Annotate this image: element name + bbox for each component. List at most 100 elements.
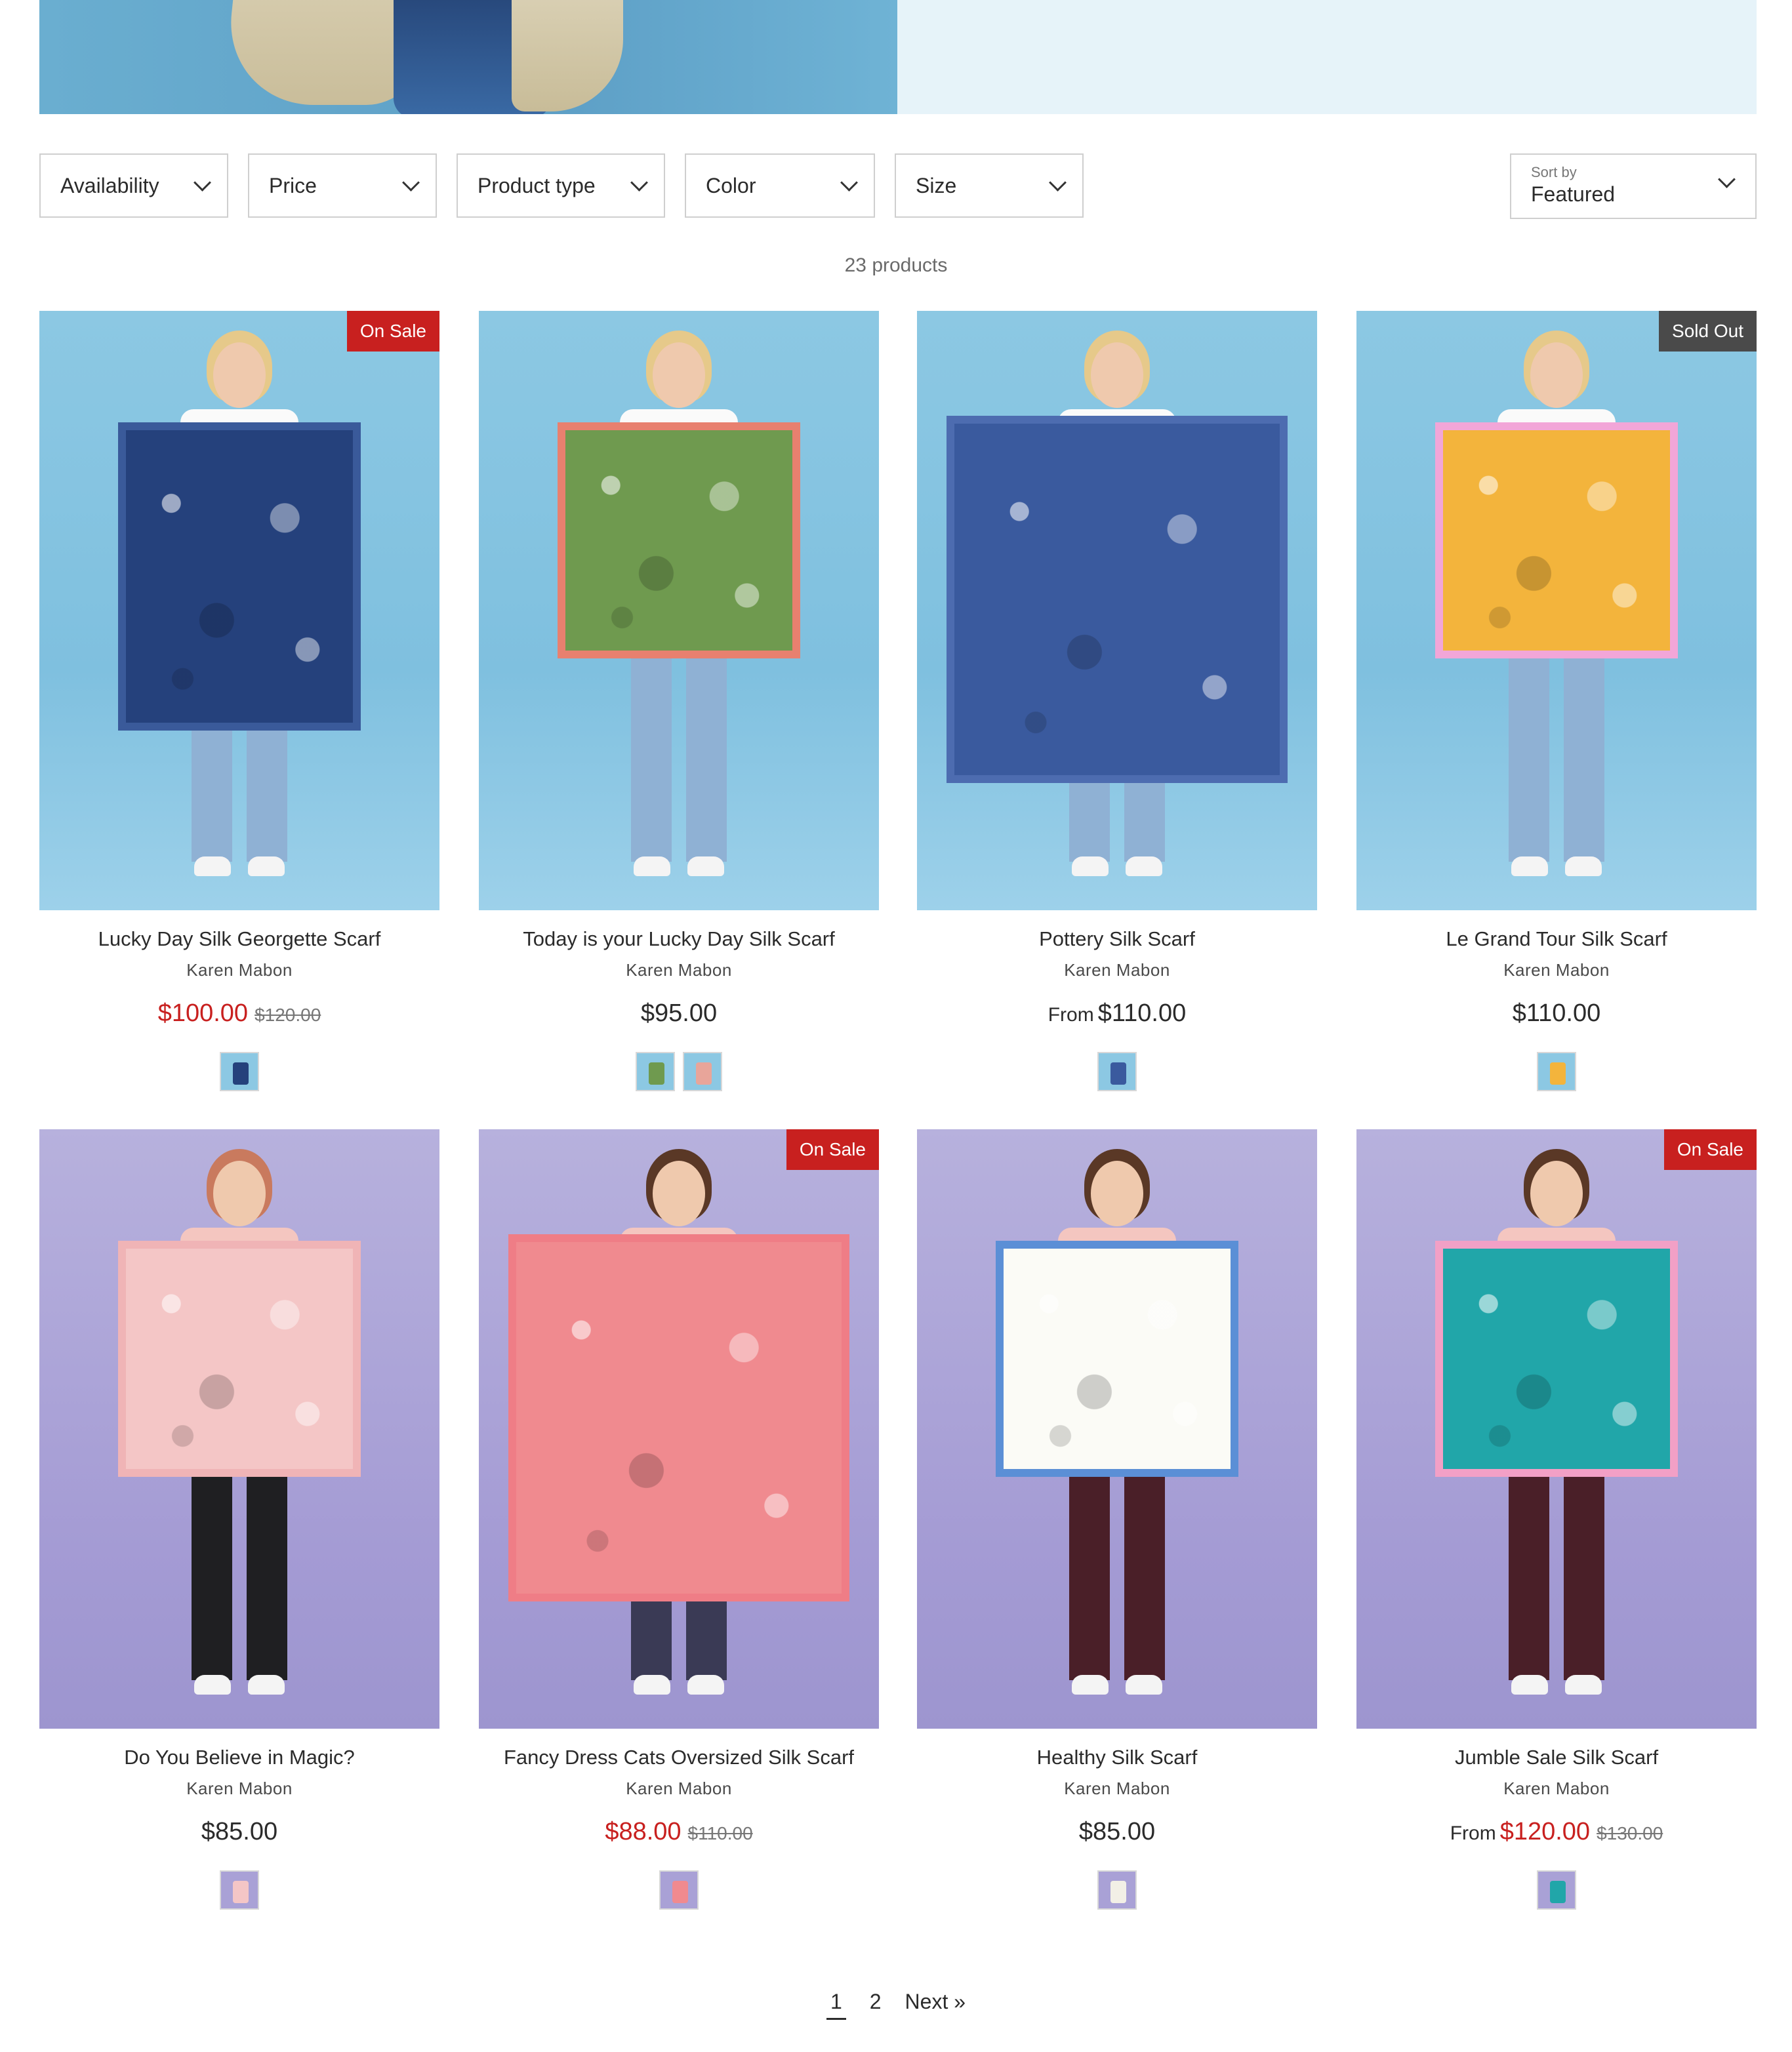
color-swatches	[479, 1052, 879, 1091]
model-head	[653, 342, 705, 408]
hero-panel	[897, 0, 1757, 114]
scarf-print	[996, 1241, 1238, 1477]
filter-label: Product type	[478, 173, 596, 197]
chevron-down-icon	[840, 173, 858, 191]
model-shoe	[194, 856, 231, 876]
color-swatch[interactable]	[1097, 1870, 1137, 1910]
model-shoe	[1126, 856, 1162, 876]
model-shoe	[248, 856, 285, 876]
product-count: 23 products	[844, 254, 948, 276]
price-from-label: From	[1450, 1822, 1496, 1844]
scarf-pattern	[1443, 1249, 1670, 1469]
price-value: $85.00	[1078, 1818, 1156, 1845]
model-shoe	[1511, 856, 1548, 876]
scarf-print	[118, 1241, 361, 1477]
scarf-pattern	[1004, 1249, 1231, 1469]
product-image[interactable]: On Sale	[1356, 1129, 1757, 1729]
color-swatch[interactable]	[220, 1870, 259, 1910]
product-vendor: Karen Mabon	[186, 1779, 293, 1798]
model-shoe	[634, 856, 670, 876]
sale-badge: On Sale	[786, 1129, 879, 1170]
price-value: $110.00	[1512, 999, 1601, 1027]
product-price: $85.00	[39, 1818, 439, 1846]
product-title[interactable]: Jumble Sale Silk Scarf	[1356, 1746, 1757, 1769]
compare-price: $130.00	[1597, 1823, 1663, 1843]
model-head	[1091, 1161, 1143, 1226]
sort-label: Sort by	[1531, 164, 1577, 180]
price-value: $85.00	[201, 1818, 278, 1845]
scarf-pattern	[1443, 430, 1670, 651]
product-image[interactable]	[917, 1129, 1317, 1729]
model-shoe	[1511, 1675, 1548, 1695]
product-price: $88.00 $110.00	[479, 1818, 879, 1846]
color-swatch[interactable]	[636, 1052, 675, 1091]
color-swatches	[1356, 1052, 1757, 1091]
color-swatch[interactable]	[1097, 1052, 1137, 1091]
product-vendor: Karen Mabon	[186, 960, 293, 980]
product-title[interactable]: Fancy Dress Cats Oversized Silk Scarf	[479, 1746, 879, 1769]
page-1-link[interactable]: 1	[826, 1990, 846, 2020]
scarf-print	[558, 422, 800, 658]
price-value: $110.00	[1097, 999, 1187, 1027]
color-swatches	[917, 1052, 1317, 1091]
chevron-down-icon	[402, 173, 420, 191]
product-title[interactable]: Le Grand Tour Silk Scarf	[1356, 927, 1757, 951]
scarf-print	[947, 416, 1288, 783]
pagination: 1 2 Next »	[0, 1990, 1792, 2020]
scarf-print	[1435, 422, 1678, 658]
product-image[interactable]	[479, 311, 879, 910]
model-shoe	[1565, 1675, 1602, 1695]
filter-size[interactable]: Size	[895, 153, 1084, 218]
product-image[interactable]: On Sale	[39, 311, 439, 910]
product-title[interactable]: Today is your Lucky Day Silk Scarf	[479, 927, 879, 951]
product-title[interactable]: Lucky Day Silk Georgette Scarf	[39, 927, 439, 951]
product-image[interactable]	[917, 311, 1317, 910]
product-price: $95.00	[479, 999, 879, 1028]
product-vendor: Karen Mabon	[1503, 1779, 1610, 1798]
sold-out-badge: Sold Out	[1659, 311, 1757, 352]
model-head	[1530, 1161, 1583, 1226]
compare-price: $110.00	[687, 1823, 753, 1843]
scarf-pattern	[954, 424, 1280, 775]
filter-product-type[interactable]: Product type	[457, 153, 665, 218]
filter-label: Price	[269, 173, 317, 197]
next-page-link[interactable]: Next »	[905, 1990, 966, 2020]
product-vendor: Karen Mabon	[626, 1779, 732, 1798]
model-shoe	[634, 1675, 670, 1695]
color-swatch[interactable]	[1537, 1870, 1576, 1910]
color-swatch[interactable]	[683, 1052, 722, 1091]
filter-label: Size	[916, 173, 957, 197]
sort-select[interactable]: Sort by Featured	[1510, 153, 1757, 219]
scarf-pattern	[565, 430, 792, 651]
scarf-pattern	[126, 1249, 353, 1469]
product-vendor: Karen Mabon	[1503, 960, 1610, 980]
scarf-print	[508, 1234, 849, 1601]
color-swatches	[917, 1870, 1317, 1910]
price-value: $95.00	[640, 999, 718, 1027]
model-shoe	[1565, 856, 1602, 876]
filter-availability[interactable]: Availability	[39, 153, 228, 218]
filter-color[interactable]: Color	[685, 153, 875, 218]
color-swatches	[479, 1870, 879, 1910]
color-swatch[interactable]	[220, 1052, 259, 1091]
price-value: $100.00	[157, 999, 249, 1027]
sort-value: Featured	[1531, 182, 1616, 206]
product-image[interactable]: On Sale	[479, 1129, 879, 1729]
model-shoe	[1072, 1675, 1109, 1695]
product-title[interactable]: Do You Believe in Magic?	[39, 1746, 439, 1769]
model-shoe	[687, 856, 724, 876]
product-image[interactable]: Sold Out	[1356, 311, 1757, 910]
price-from-label: From	[1048, 1004, 1094, 1026]
chevron-down-icon	[1049, 173, 1067, 191]
color-swatch[interactable]	[659, 1870, 699, 1910]
product-title[interactable]: Healthy Silk Scarf	[917, 1746, 1317, 1769]
sale-badge: On Sale	[1663, 1129, 1757, 1170]
page-2-link[interactable]: 2	[870, 1990, 882, 2020]
filter-label: Availability	[60, 173, 159, 197]
color-swatch[interactable]	[1537, 1052, 1576, 1091]
model-head	[213, 342, 266, 408]
product-title[interactable]: Pottery Silk Scarf	[917, 927, 1317, 951]
model-head	[653, 1161, 705, 1226]
product-image[interactable]	[39, 1129, 439, 1729]
filter-price[interactable]: Price	[248, 153, 437, 218]
